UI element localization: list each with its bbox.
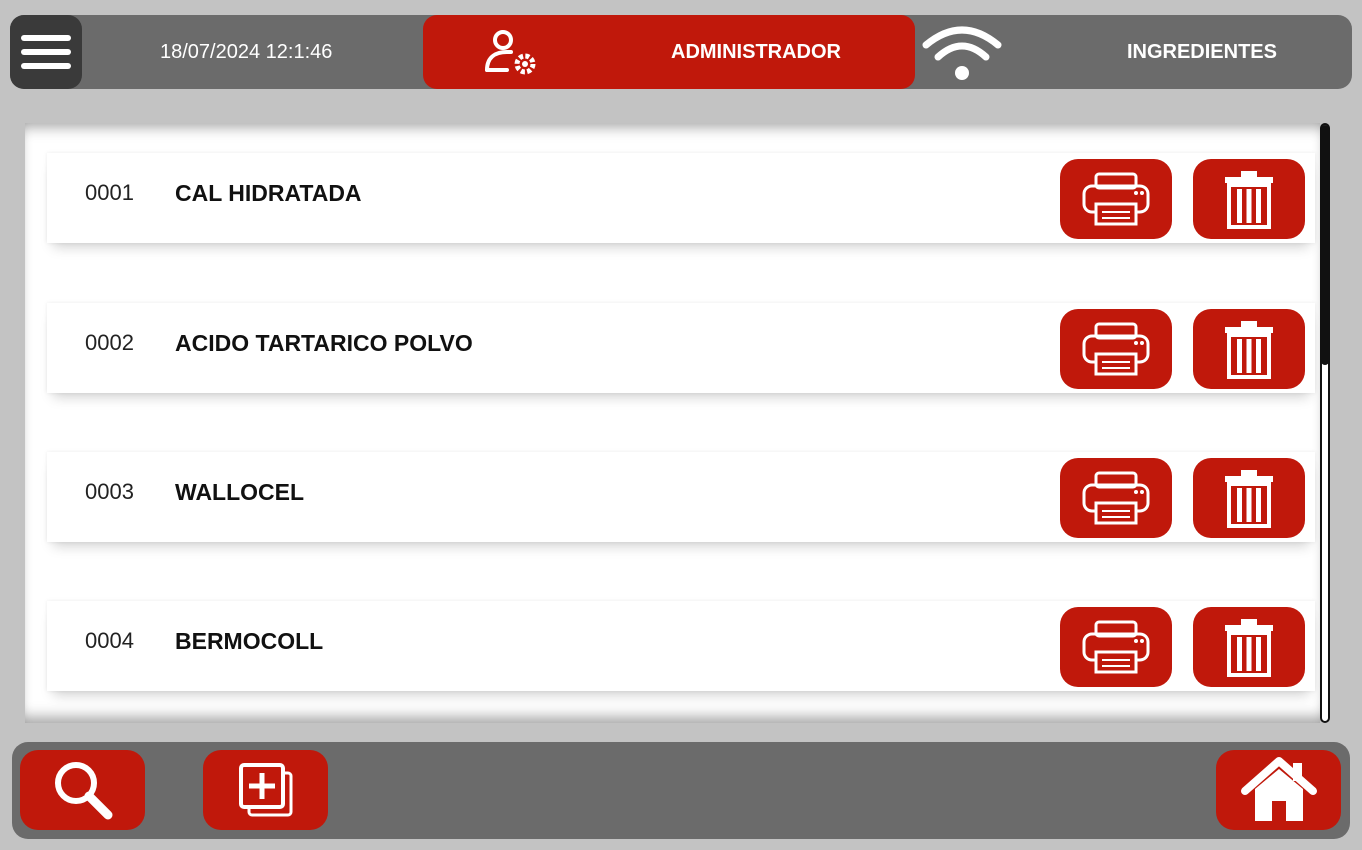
scrollbar-thumb[interactable] bbox=[1321, 125, 1329, 365]
trash-icon bbox=[1225, 321, 1273, 379]
section-title: INGREDIENTES bbox=[1126, 41, 1277, 63]
print-button[interactable] bbox=[1060, 607, 1172, 687]
delete-button[interactable] bbox=[1193, 458, 1305, 538]
menu-icon-line bbox=[21, 63, 71, 69]
datetime-display: 18/07/2024 12:1:46 bbox=[160, 41, 333, 63]
home-icon bbox=[1240, 757, 1317, 821]
user-role-button[interactable]: ADMINISTRADOR bbox=[423, 15, 915, 89]
print-button[interactable] bbox=[1060, 309, 1172, 389]
list-item[interactable]: 0004 BERMOCOLL bbox=[47, 601, 1315, 691]
list-item[interactable]: 0002 ACIDO TARTARICO POLVO bbox=[47, 303, 1315, 393]
printer-icon bbox=[1082, 172, 1150, 226]
ingredient-code: 0003 bbox=[85, 479, 134, 504]
trash-icon bbox=[1225, 470, 1273, 528]
ingredient-list[interactable]: 0001 CAL HIDRATADA 0002 ACIDO TARTARICO … bbox=[25, 123, 1320, 723]
search-button[interactable] bbox=[20, 750, 145, 830]
top-bar: 18/07/2024 12:1:46 ADMINISTRADOR INGREDI… bbox=[10, 15, 1352, 89]
add-button[interactable] bbox=[203, 750, 328, 830]
ingredient-name: WALLOCEL bbox=[175, 479, 305, 505]
user-settings-icon bbox=[485, 30, 536, 75]
ingredient-code: 0004 bbox=[85, 628, 134, 653]
ingredient-name: CAL HIDRATADA bbox=[175, 180, 362, 206]
delete-button[interactable] bbox=[1193, 159, 1305, 239]
menu-icon-line bbox=[21, 49, 71, 55]
trash-icon bbox=[1225, 171, 1273, 229]
ingredient-code: 0002 bbox=[85, 330, 134, 355]
ingredient-name: ACIDO TARTARICO POLVO bbox=[175, 330, 473, 356]
ingredient-code: 0001 bbox=[85, 180, 134, 205]
wifi-icon bbox=[922, 26, 1002, 80]
print-button[interactable] bbox=[1060, 458, 1172, 538]
bottom-bar bbox=[12, 742, 1350, 839]
printer-icon bbox=[1082, 620, 1150, 674]
printer-icon bbox=[1082, 471, 1150, 525]
trash-icon bbox=[1225, 619, 1273, 677]
user-role-label: ADMINISTRADOR bbox=[671, 41, 841, 63]
printer-icon bbox=[1082, 322, 1150, 376]
add-icon bbox=[238, 763, 292, 817]
ingredient-name: BERMOCOLL bbox=[175, 628, 324, 654]
menu-icon-line bbox=[21, 35, 71, 41]
delete-button[interactable] bbox=[1193, 607, 1305, 687]
delete-button[interactable] bbox=[1193, 309, 1305, 389]
list-item[interactable]: 0003 WALLOCEL bbox=[47, 452, 1315, 542]
list-item[interactable]: 0001 CAL HIDRATADA bbox=[47, 153, 1315, 243]
menu-button[interactable] bbox=[10, 15, 82, 89]
home-button[interactable] bbox=[1216, 750, 1341, 830]
print-button[interactable] bbox=[1060, 159, 1172, 239]
search-icon bbox=[54, 762, 112, 820]
